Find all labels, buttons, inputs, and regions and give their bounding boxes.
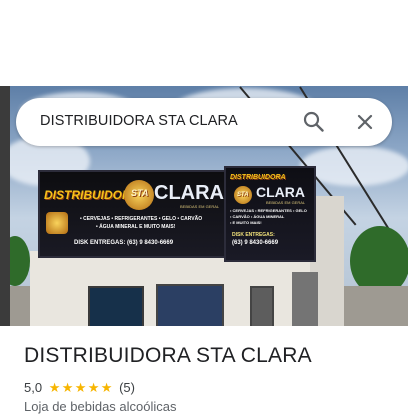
sign-phone: DISK ENTREGAS: (63) 9 8430-6669 [74,240,174,246]
close-x-icon [351,108,379,136]
sign-tagline: BEBIDAS EM GERAL [180,204,220,209]
place-name: DISTRIBUIDORA STA CLARA [24,344,312,367]
side-sign-tagline: BEBIDAS EM GERAL [266,200,306,205]
sign-products-line-1: • CERVEJAS • REFRIGERANTES • GELO • CARV… [80,216,203,222]
side-sign-brand-left: DISTRIBUIDORA [230,174,286,181]
side-sign-products-line-3: • E MUITO MAIS! [230,220,262,225]
shop-door [88,286,144,326]
sign-brand-right: CLARA [154,182,224,204]
rating-value: 5,0 [24,379,43,395]
clear-search-button[interactable] [351,108,379,136]
storefront-sign-side: DISTRIBUIDORA STA CLARA BEBIDAS EM GERAL… [224,166,316,262]
search-input[interactable]: DISTRIBUIDORA STA CLARA [40,113,238,129]
utility-pole [292,272,318,326]
star-icon: ★ [100,379,113,395]
side-sign-phone-label: DISK ENTREGAS: [232,232,275,238]
rating-row[interactable]: 5,0 ★ ★ ★ ★ ★ (5) [24,379,135,395]
crest-icon [46,212,68,234]
shop-window [250,286,274,326]
side-sign-phone: (63) 9 8430-6669 [232,240,279,246]
review-count[interactable]: (5) [119,380,135,395]
star-icon: ★ [61,379,74,395]
storefront-sign-main: DISTRIBUIDORA STA CLARA BEBIDAS EM GERAL… [38,170,230,258]
side-sign-products-line-2: • CARVÃO • ÁGUA MINERAL [230,214,285,219]
star-icon: ★ [48,379,61,395]
utility-pole [0,86,10,326]
sign-badge-text: STA [131,188,149,198]
star-icon: ★ [87,379,100,395]
star-rating: ★ ★ ★ ★ ★ [48,381,113,394]
shop-window [156,284,224,326]
side-sign-products-line-1: • CERVEJAS • REFRIGERANTES • GELO [230,208,307,213]
top-blank-area [0,0,408,86]
search-bar[interactable]: DISTRIBUIDORA STA CLARA [16,98,392,146]
side-sign-badge-text: STA [237,192,249,198]
star-icon: ★ [74,379,87,395]
search-button[interactable] [300,108,328,136]
magnifier-icon [300,108,328,136]
sign-products-line-2: • ÁGUA MINERAL E MUITO MAIS! [96,224,176,230]
side-sign-brand-right: CLARA [256,184,305,200]
